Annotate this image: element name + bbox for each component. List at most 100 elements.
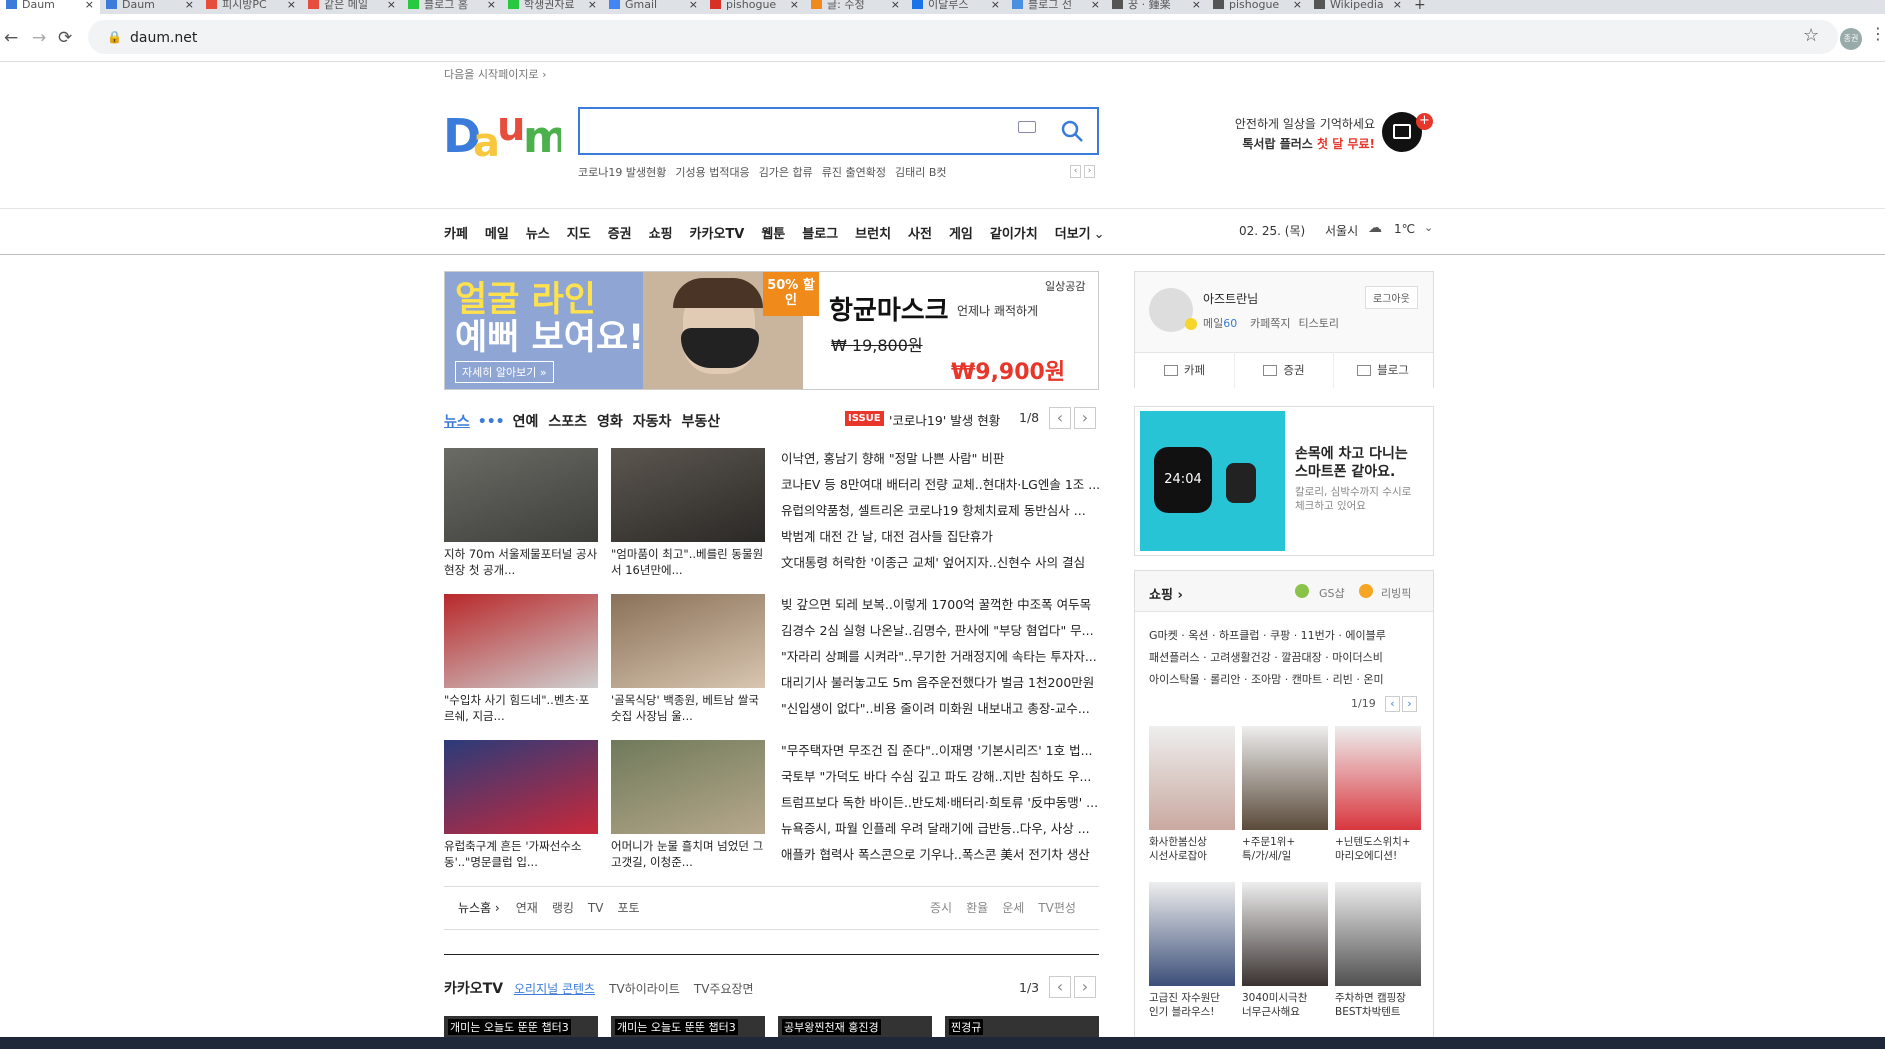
product-caption[interactable]: 고급진 자수원단 인기 블라우스! [1149, 991, 1239, 1019]
search-icon[interactable] [1060, 119, 1084, 143]
chevron-down-icon[interactable]: ⌄ [1424, 221, 1433, 234]
profile-avatar[interactable]: 종권 [1840, 28, 1862, 50]
news-thumb-caption[interactable]: "엄마품이 최고"..베를린 동물원서 16년만에... [611, 546, 765, 580]
news-headline[interactable]: "자라리 상폐를 시켜라"..무기한 거래정지에 속타는 투자자... [781, 646, 1099, 665]
hot-keyword-link[interactable]: 코로나19 발생현황 [578, 166, 666, 179]
gnb-item[interactable]: 브런치 [855, 227, 891, 242]
gnb-item[interactable]: 사전 [908, 227, 932, 242]
browser-tab[interactable]: pishogue × [1207, 0, 1308, 14]
product-image[interactable] [1335, 726, 1421, 830]
news-footer-link[interactable]: 증시 [930, 901, 952, 915]
gnb-item[interactable]: 증권 [608, 227, 632, 242]
url-text[interactable]: daum.net [130, 30, 197, 46]
gnb-item[interactable]: 카페 [444, 227, 468, 242]
kakaotv-tab[interactable]: TV하이라이트 [609, 982, 680, 996]
gnb-item[interactable]: 카카오TV [690, 227, 745, 242]
news-thumb-image[interactable] [611, 740, 765, 834]
search-input[interactable] [588, 117, 988, 145]
news-headline[interactable]: 박범계 대전 간 날, 대전 검사들 집단휴가 [781, 526, 1099, 545]
close-icon[interactable]: × [891, 0, 900, 10]
promo-text[interactable]: 안전하게 일상을 기억하세요 톡서랍 플러스 첫 달 무료! [1230, 115, 1375, 152]
news-thumb-image[interactable] [444, 594, 598, 688]
keyword-prev-button[interactable]: ‹ [1070, 165, 1081, 178]
news-footer-link[interactable]: 운세 [1002, 901, 1024, 915]
news-headline[interactable]: 코나EV 등 8만여대 배터리 전량 교체..현대차·LG엔솔 1조 ... [781, 474, 1099, 493]
gnb-item[interactable]: 블로그 [802, 227, 838, 242]
news-headline[interactable]: 김경수 2심 실형 나온날..김명수, 판사에 "부당 혐업다" 무... [781, 620, 1099, 639]
browser-tab[interactable]: pishogue × [704, 0, 805, 14]
news-footer-link[interactable]: 환율 [966, 901, 988, 915]
news-thumb-image[interactable] [444, 448, 598, 542]
product-caption[interactable]: 주차하면 캠핑장 BEST차박텐트 [1335, 991, 1425, 1019]
news-headline[interactable]: 文대통령 허락한 '이종근 교체' 엎어지자..신현수 사의 결심 [781, 552, 1099, 571]
product-image[interactable] [1242, 882, 1328, 986]
news-thumb-caption[interactable]: "수입차 사기 힘드네"..벤츠·포르쉐, 지금... [444, 692, 598, 726]
browser-tab[interactable]: 같은 메일 × [302, 0, 402, 14]
news-footer-link[interactable]: 연재 [516, 901, 538, 915]
kakaotv-title[interactable]: 카카오TV [444, 978, 503, 998]
browser-tab[interactable]: Wikipedia × [1308, 0, 1408, 14]
gnb-item[interactable]: 같이가치 [990, 227, 1038, 242]
close-icon[interactable]: × [387, 0, 396, 10]
partner-gs[interactable]: GS샵 [1319, 585, 1345, 601]
forward-icon[interactable]: → [32, 28, 46, 48]
news-headline[interactable]: 빚 갚으면 되레 보복..이렇게 1700억 꿀꺽한 中조폭 여두목 [781, 594, 1099, 613]
quick-link[interactable]: 증권 [1234, 352, 1333, 388]
close-icon[interactable]: × [1293, 0, 1302, 10]
bookmark-star-icon[interactable]: ☆ [1803, 25, 1819, 46]
browser-tab[interactable]: Daum × [0, 0, 100, 14]
news-tab[interactable]: 뉴스 [444, 414, 470, 430]
banner-more-link[interactable]: 자세히 알아보기 » [455, 361, 554, 383]
user-name[interactable]: 아즈트란님 [1203, 290, 1258, 307]
gnb-item[interactable]: 지도 [567, 227, 591, 242]
browser-tab[interactable]: 블로그 홈 × [402, 0, 502, 14]
menu-kebab-icon[interactable]: ⋮ [1870, 24, 1885, 43]
browser-tab[interactable]: 글: 수정 × [805, 0, 906, 14]
shopping-prev-button[interactable]: ‹ [1385, 696, 1400, 712]
hot-keyword-link[interactable]: 김태리 B컷 [895, 166, 947, 179]
close-icon[interactable]: × [588, 0, 597, 10]
mall-row[interactable]: 아이스탁몰 · 롤리안 · 조아맘 · 캔마트 · 리빈 · 온미 [1149, 669, 1386, 691]
quick-link[interactable]: 카페 [1135, 352, 1234, 388]
news-footer-link[interactable]: 포토 [617, 901, 639, 915]
product-caption[interactable]: 3040미시극찬 너무근사해요 [1242, 991, 1332, 1019]
product-caption[interactable]: 화사한봄신상 시선사로잡아 [1149, 835, 1239, 863]
keyword-next-button[interactable]: › [1084, 165, 1095, 178]
mall-row[interactable]: 패션플러스 · 고려생활건강 · 깔끔대장 · 마이더스비 [1149, 647, 1386, 669]
gnb-item[interactable]: 더보기 [1055, 227, 1091, 242]
login-link[interactable]: 카페쪽지 [1250, 317, 1290, 330]
start-page-link[interactable]: 다음을 시작페이지로 › [444, 66, 546, 82]
kakaotv-tab[interactable]: TV주요장면 [694, 982, 754, 996]
browser-tab[interactable]: 블로그 선 × [1006, 0, 1106, 14]
shopping-title[interactable]: 쇼핑 › [1149, 584, 1183, 603]
partner-livingpick[interactable]: 리빙픽 [1381, 585, 1411, 601]
close-icon[interactable]: × [85, 0, 94, 10]
news-tab[interactable]: 부동산 [681, 414, 720, 430]
news-footer-link[interactable]: TV [588, 901, 604, 915]
kakaotv-prev-button[interactable]: ‹ [1049, 976, 1071, 998]
product-image[interactable] [1149, 882, 1235, 986]
close-icon[interactable]: × [185, 0, 194, 10]
kakaotv-thumb[interactable]: 개미는 오늘도 뚠뚠 챕터3 [611, 1016, 765, 1037]
shopping-next-button[interactable]: › [1402, 696, 1417, 712]
kakaotv-next-button[interactable]: › [1074, 976, 1096, 998]
news-thumb-image[interactable] [611, 448, 765, 542]
news-thumb-caption[interactable]: 유럽축구계 흔든 '가짜선수소동'.."명문클럽 입... [444, 838, 598, 872]
news-tab[interactable]: 영화 [597, 414, 623, 430]
kakaotv-tab[interactable]: 오리지널 콘텐츠 [514, 982, 595, 996]
gnb-item[interactable]: 게임 [949, 227, 973, 242]
close-icon[interactable]: × [487, 0, 496, 10]
hot-keyword-link[interactable]: 기성용 법적대응 [675, 166, 749, 179]
smartwatch-ad[interactable]: 24:04 손목에 차고 다니는 스마트폰 같아요. 칼로리, 심박수까지 수시로… [1134, 406, 1434, 556]
gnb-item[interactable]: 뉴스 [526, 227, 550, 242]
news-headline[interactable]: "무주택자면 무조건 집 준다"..이재명 '기본시리즈' 1호 법... [781, 740, 1099, 759]
keyboard-icon[interactable] [1018, 121, 1036, 133]
browser-tab[interactable]: 이달루스 × [906, 0, 1006, 14]
news-headline[interactable]: 애플카 협력사 폭스콘으로 기우나..폭스콘 美서 전기차 생산 [781, 844, 1099, 863]
browser-tab[interactable]: 학생권자료 × [502, 0, 603, 14]
browser-tab[interactable]: 피시방PC × [200, 0, 302, 14]
logout-button[interactable]: 로그아웃 [1365, 286, 1418, 309]
news-thumb-caption[interactable]: '골목식당' 백종원, 베트남 쌀국숫집 사장님 울... [611, 692, 765, 726]
new-tab-icon[interactable]: + [1414, 0, 1426, 13]
news-footer-link[interactable]: 뉴스홈 › [458, 901, 500, 915]
